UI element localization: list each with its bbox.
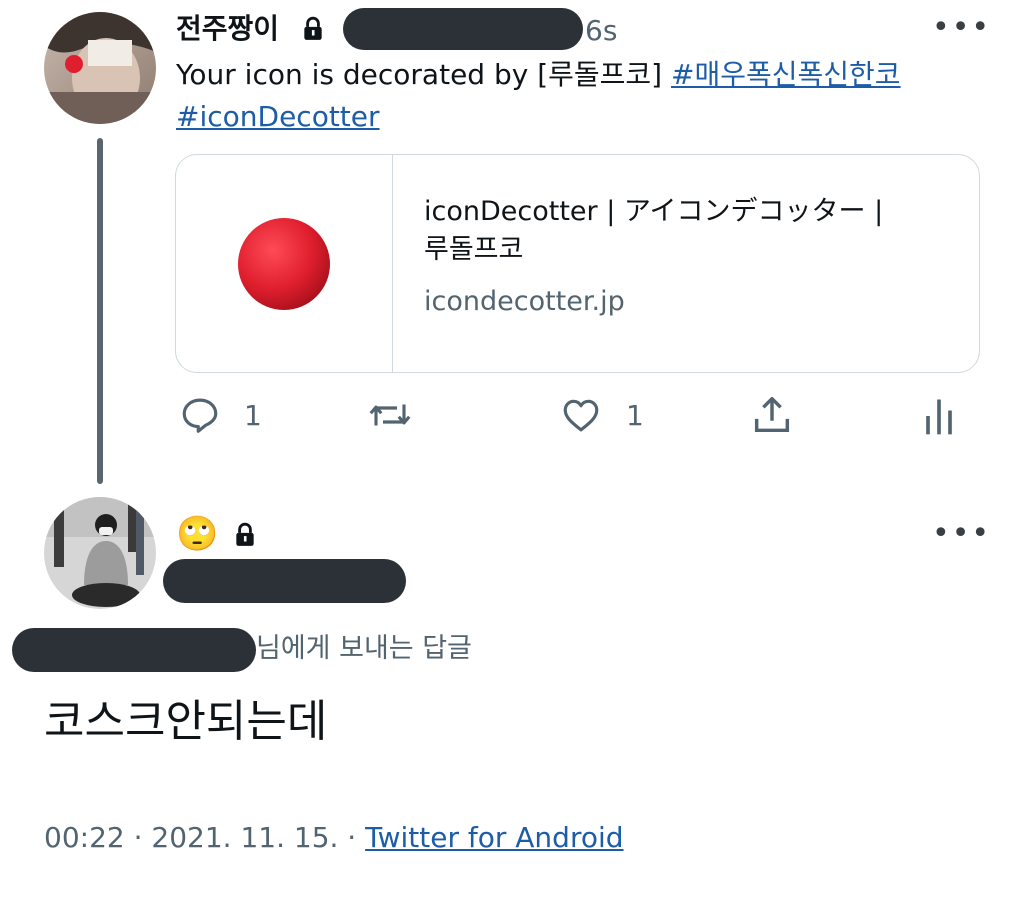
card-title-line: iconDecotter | アイコンデコッター | — [424, 196, 884, 227]
redacted-username — [343, 8, 583, 50]
analytics-icon — [926, 399, 952, 435]
more-icon[interactable]: ••• — [932, 13, 991, 43]
analytics-action[interactable] — [922, 394, 956, 438]
card-title-line: 루돌프코 — [424, 234, 524, 265]
retweet-action[interactable] — [364, 394, 416, 436]
retweet-icon — [369, 404, 411, 426]
redacted-mention[interactable] — [12, 628, 256, 672]
avatar[interactable] — [44, 12, 156, 124]
redacted-username — [163, 559, 406, 603]
reply-emoji: 🙄 — [176, 514, 219, 554]
link-card[interactable]: iconDecotter | アイコンデコッター | 루돌프코 icondeco… — [175, 154, 980, 373]
lock-icon — [236, 522, 254, 546]
avatar[interactable] — [44, 497, 156, 609]
avatar-photo — [44, 12, 156, 124]
reply-count: 1 — [244, 398, 262, 432]
card-thumbnail — [176, 155, 393, 372]
lock-icon — [304, 16, 322, 40]
display-name[interactable]: 전주짱이 — [176, 12, 279, 46]
like-action[interactable]: 1 — [558, 394, 644, 436]
thread-line — [97, 138, 103, 484]
red-nose-image — [238, 217, 330, 310]
share-icon — [754, 396, 790, 433]
avatar-photo — [44, 497, 156, 609]
share-action[interactable] — [748, 392, 796, 438]
like-count: 1 — [626, 398, 644, 432]
replying-to-label: 님에게 보내는 답글 — [256, 633, 472, 664]
reply-action[interactable]: 1 — [178, 394, 262, 436]
more-icon[interactable]: ••• — [932, 519, 991, 549]
card-title: iconDecotter | アイコンデコッター | 루돌프코 — [424, 193, 964, 269]
hashtag-link[interactable]: #iconDecotter — [176, 100, 380, 133]
timestamp[interactable]: 00:22 · 2021. 11. 15. · — [44, 821, 365, 854]
heart-icon — [563, 399, 599, 432]
reply-icon — [182, 398, 218, 433]
card-domain: icondecotter.jp — [424, 286, 625, 317]
reply-text: 코스크안되는데 — [44, 696, 328, 747]
timestamp-line: 00:22 · 2021. 11. 15. · Twitter for Andr… — [44, 820, 624, 856]
hashtag-link[interactable]: #매우폭신폭신한코 — [671, 58, 901, 91]
tweet-time[interactable]: 6s — [585, 14, 617, 48]
tweet-text-plain: Your icon is decorated by [루돌프코] — [176, 58, 671, 91]
tweet-text: Your icon is decorated by [루돌프코] #매우폭신폭신… — [176, 54, 996, 138]
source-link[interactable]: Twitter for Android — [365, 821, 623, 854]
